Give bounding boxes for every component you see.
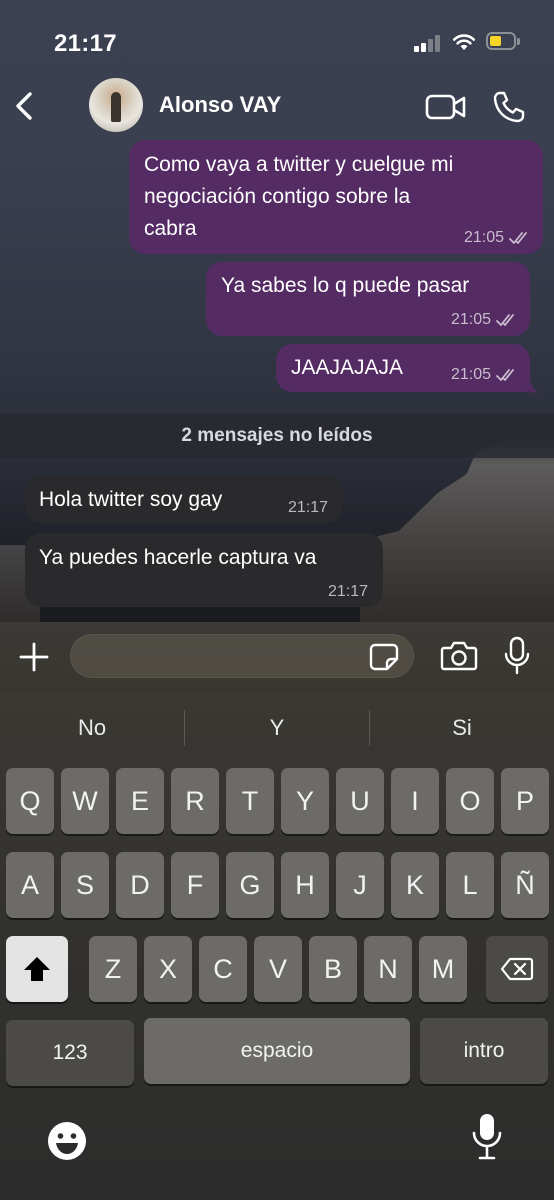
- outgoing-message[interactable]: Como vaya a twitter y cuelgue mi negocia…: [129, 140, 543, 254]
- backspace-key[interactable]: [486, 936, 548, 1002]
- key-z[interactable]: Z: [89, 936, 137, 1002]
- message-time: 21:17: [287, 499, 328, 516]
- message-meta: 21:05: [451, 366, 518, 384]
- key-y[interactable]: Y: [281, 768, 329, 834]
- status-bar: 21:17: [0, 0, 554, 80]
- key-j[interactable]: J: [336, 852, 384, 918]
- suggestion-y[interactable]: Y: [185, 692, 369, 764]
- bubble-tail: [522, 378, 539, 393]
- status-time: 21:17: [54, 30, 117, 57]
- key-i[interactable]: I: [391, 768, 439, 834]
- message-time: 21:05: [450, 366, 491, 383]
- numbers-key[interactable]: 123: [6, 1020, 134, 1086]
- space-key[interactable]: espacio: [144, 1018, 410, 1084]
- suggestion-no[interactable]: No: [0, 692, 184, 764]
- key-enye[interactable]: Ñ: [501, 852, 549, 918]
- cellular-signal-icon: [414, 34, 442, 52]
- key-m[interactable]: M: [419, 936, 467, 1002]
- emoji-icon[interactable]: [46, 1120, 88, 1162]
- keyboard: No Y Si Q W E R T Y U I O P A S D F G H …: [0, 692, 554, 1200]
- key-h[interactable]: H: [281, 852, 329, 918]
- contact-avatar[interactable]: [89, 78, 143, 132]
- battery-icon: [486, 32, 522, 52]
- message-meta: 21:17: [328, 583, 368, 601]
- plus-icon[interactable]: [19, 642, 49, 672]
- read-receipt-icon: [496, 369, 514, 381]
- message-meta: 21:05: [451, 311, 518, 329]
- outgoing-message[interactable]: Ya sabes lo q puede pasar 21:05: [206, 262, 530, 336]
- outgoing-message[interactable]: JAAJAJAJA 21:05: [276, 344, 530, 392]
- sticker-icon[interactable]: [369, 643, 399, 671]
- key-l[interactable]: L: [446, 852, 494, 918]
- key-w[interactable]: W: [61, 768, 109, 834]
- read-receipt-icon: [509, 232, 527, 244]
- message-input-field[interactable]: [70, 634, 414, 678]
- key-a[interactable]: A: [6, 852, 54, 918]
- unread-messages-divider: 2 mensajes no leídos: [0, 414, 554, 458]
- backspace-icon: [500, 957, 534, 981]
- key-d[interactable]: D: [116, 852, 164, 918]
- message-text-line: Como vaya a twitter y cuelgue mi: [144, 153, 454, 176]
- key-b[interactable]: B: [309, 936, 357, 1002]
- key-n[interactable]: N: [364, 936, 412, 1002]
- message-input-bar: [0, 622, 554, 692]
- key-g[interactable]: G: [226, 852, 274, 918]
- return-key[interactable]: intro: [420, 1018, 548, 1084]
- dictation-microphone-icon[interactable]: [471, 1112, 503, 1162]
- wifi-icon: [452, 34, 476, 50]
- phone-call-icon[interactable]: [492, 90, 526, 124]
- back-arrow-icon[interactable]: [10, 88, 40, 124]
- suggestion-si[interactable]: Si: [370, 692, 554, 764]
- message-text-line: Ya puedes hacerle captura va: [39, 546, 317, 569]
- shift-key[interactable]: [6, 936, 68, 1002]
- message-time: 21:17: [327, 583, 368, 600]
- video-call-icon[interactable]: [425, 92, 467, 122]
- chat-header: Alonso VAY: [0, 76, 554, 138]
- key-u[interactable]: U: [336, 768, 384, 834]
- microphone-icon[interactable]: [504, 636, 530, 676]
- predictive-text-bar: No Y Si: [0, 692, 554, 764]
- message-text-line: negociación contigo sobre la: [144, 185, 411, 208]
- message-text-line: Ya sabes lo q puede pasar: [221, 274, 470, 297]
- message-time: 21:05: [450, 311, 491, 328]
- key-k[interactable]: K: [391, 852, 439, 918]
- key-t[interactable]: T: [226, 768, 274, 834]
- key-p[interactable]: P: [501, 768, 549, 834]
- shift-icon: [24, 957, 50, 981]
- message-text-line: Hola twitter soy gay: [39, 488, 223, 511]
- incoming-message[interactable]: Hola twitter soy gay 21:17: [25, 477, 343, 523]
- message-meta: 21:05: [464, 229, 531, 247]
- key-f[interactable]: F: [171, 852, 219, 918]
- key-q[interactable]: Q: [6, 768, 54, 834]
- key-x[interactable]: X: [144, 936, 192, 1002]
- contact-name[interactable]: Alonso VAY: [159, 92, 281, 118]
- incoming-message[interactable]: Ya puedes hacerle captura va 21:17: [25, 533, 383, 607]
- key-o[interactable]: O: [446, 768, 494, 834]
- camera-icon[interactable]: [440, 640, 478, 672]
- message-time: 21:05: [463, 229, 504, 246]
- message-meta: 21:17: [288, 499, 328, 517]
- key-v[interactable]: V: [254, 936, 302, 1002]
- key-e[interactable]: E: [116, 768, 164, 834]
- key-r[interactable]: R: [171, 768, 219, 834]
- key-s[interactable]: S: [61, 852, 109, 918]
- key-c[interactable]: C: [199, 936, 247, 1002]
- read-receipt-icon: [496, 314, 514, 326]
